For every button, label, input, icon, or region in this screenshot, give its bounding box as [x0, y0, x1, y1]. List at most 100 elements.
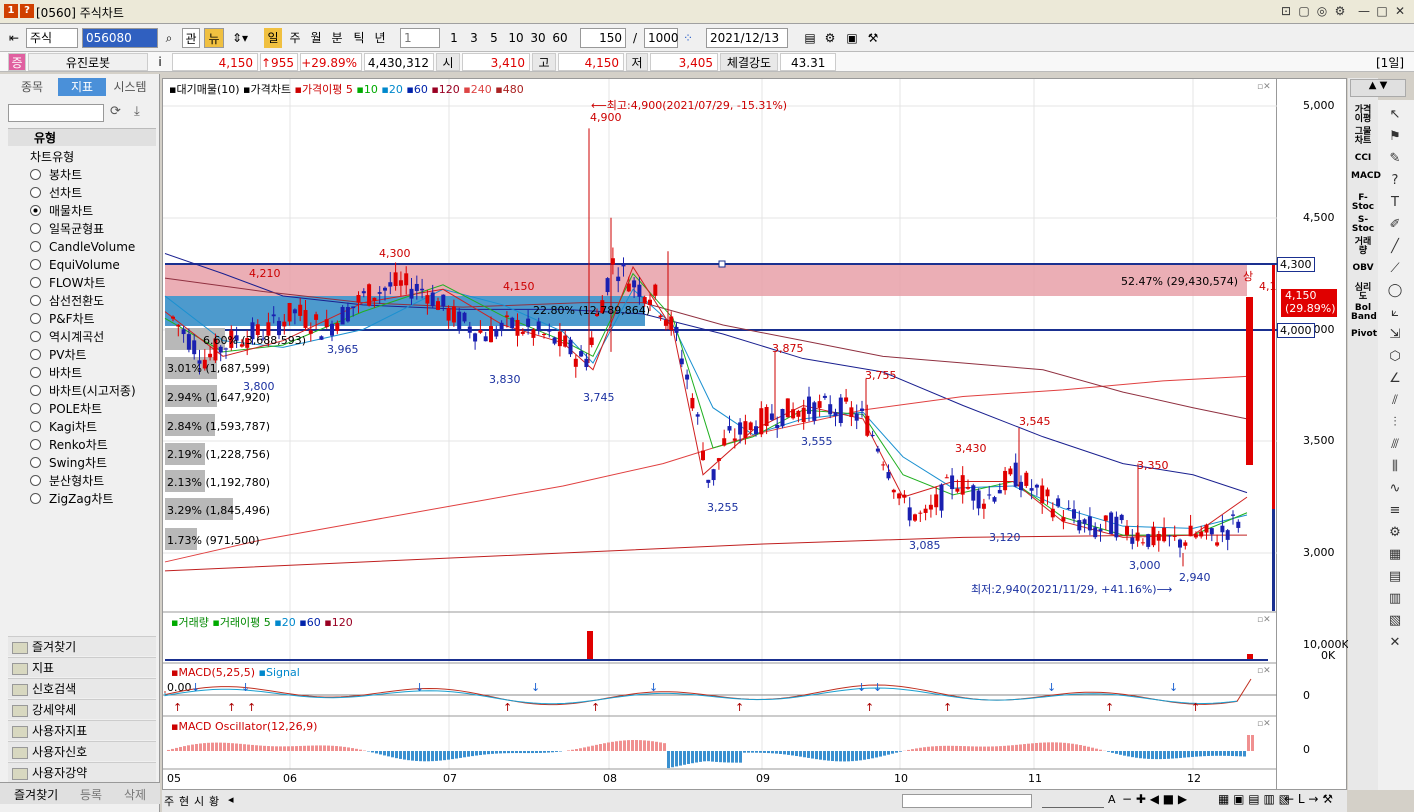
- candle-body[interactable]: [547, 329, 552, 332]
- radio-icon[interactable]: [30, 385, 41, 396]
- candle-body[interactable]: [1087, 516, 1092, 531]
- candle-body[interactable]: [812, 402, 817, 421]
- bottom-tab-3[interactable]: 황: [209, 793, 219, 809]
- indicator-shortcut[interactable]: 거래량: [1351, 238, 1375, 256]
- search-icon[interactable]: ⌕: [160, 28, 178, 48]
- radio-icon[interactable]: [30, 241, 41, 252]
- candle-body[interactable]: [605, 278, 610, 293]
- candle-body[interactable]: [1130, 537, 1135, 544]
- candle-body[interactable]: [584, 358, 589, 368]
- radio-icon[interactable]: [30, 187, 41, 198]
- candle-body[interactable]: [685, 374, 690, 380]
- candle-body[interactable]: [340, 306, 345, 325]
- candle-body[interactable]: [828, 404, 833, 415]
- bottom-tab-register[interactable]: 등록: [80, 786, 102, 803]
- candle-body[interactable]: [632, 280, 637, 288]
- chart-type-option[interactable]: 일목균형표: [30, 220, 104, 238]
- candle-body[interactable]: [372, 297, 377, 301]
- interval-10[interactable]: 10: [506, 28, 526, 48]
- bottom-tab-0[interactable]: 주: [164, 793, 174, 809]
- period-month[interactable]: 월: [307, 28, 325, 48]
- bottom-tab-favorites[interactable]: 즐겨찾기: [14, 786, 58, 803]
- window-number-button[interactable]: 1: [4, 4, 18, 18]
- candle-body[interactable]: [1056, 498, 1061, 507]
- candle-body[interactable]: [504, 315, 509, 318]
- candle-body[interactable]: [928, 504, 933, 510]
- bottom-tab-2[interactable]: 시: [194, 793, 204, 809]
- interval-1[interactable]: 1: [446, 28, 462, 48]
- radio-icon[interactable]: [30, 367, 41, 378]
- drawing-tool-icon[interactable]: ⚑: [1386, 128, 1404, 146]
- zoom-slider[interactable]: [1042, 794, 1104, 808]
- chart-type-option[interactable]: ZigZag차트: [30, 490, 113, 508]
- candle-body[interactable]: [918, 512, 923, 514]
- candle-body[interactable]: [870, 435, 875, 437]
- candle-body[interactable]: [934, 494, 939, 508]
- candle-body[interactable]: [499, 322, 504, 330]
- minimize-button[interactable]: —: [1356, 3, 1372, 19]
- candle-body[interactable]: [966, 487, 970, 489]
- candle-body[interactable]: [695, 414, 700, 417]
- candle-body[interactable]: [1140, 542, 1145, 544]
- candle-body[interactable]: [489, 326, 493, 343]
- candle-body[interactable]: [218, 346, 223, 353]
- candle-body[interactable]: [186, 334, 191, 350]
- candle-body[interactable]: [791, 409, 796, 419]
- candle-body[interactable]: [743, 421, 748, 438]
- candle-body[interactable]: [923, 508, 928, 513]
- candle-body[interactable]: [960, 475, 965, 495]
- drawing-tool-icon[interactable]: ▦: [1386, 546, 1404, 564]
- chart-type-option[interactable]: P&F차트: [30, 310, 95, 328]
- drawing-tool-icon[interactable]: ✕: [1386, 634, 1404, 652]
- count-input[interactable]: 150: [580, 28, 626, 48]
- candle-body[interactable]: [1162, 527, 1167, 542]
- bottom-tab-1[interactable]: 현: [179, 793, 189, 809]
- drawing-tool-icon[interactable]: ⟀: [1386, 304, 1404, 322]
- chart-type-option[interactable]: CandleVolume: [30, 238, 135, 256]
- candle-body[interactable]: [1146, 534, 1151, 547]
- drawing-tool-icon[interactable]: ▥: [1386, 590, 1404, 608]
- period-tick[interactable]: 틱: [350, 28, 368, 48]
- folder-item[interactable]: 사용자지표: [8, 720, 156, 740]
- scroll-icon[interactable]: ⁘: [680, 28, 696, 48]
- drawing-tool-icon[interactable]: ?: [1386, 172, 1404, 190]
- candle-body[interactable]: [1082, 519, 1087, 524]
- candle-body[interactable]: [361, 291, 366, 294]
- candle-body[interactable]: [377, 292, 382, 294]
- candle-body[interactable]: [473, 333, 478, 342]
- candle-body[interactable]: [1119, 514, 1124, 521]
- candle-body[interactable]: [1072, 509, 1076, 519]
- candle-body[interactable]: [817, 401, 822, 408]
- candle-body[interactable]: [701, 450, 705, 461]
- zoom-controls-icon[interactable]: − ✚ ◀ ■ ▶: [1122, 792, 1187, 806]
- candle-body[interactable]: [552, 337, 557, 344]
- candle-body[interactable]: [875, 448, 880, 452]
- candle-body[interactable]: [515, 319, 520, 336]
- candle-body[interactable]: [409, 288, 414, 299]
- candle-body[interactable]: [430, 292, 435, 307]
- candle-body[interactable]: [542, 334, 546, 336]
- candle-body[interactable]: [907, 507, 912, 521]
- period-week[interactable]: 주: [286, 28, 304, 48]
- candle-body[interactable]: [181, 329, 186, 335]
- candle-body[interactable]: [308, 330, 313, 334]
- chart-type-option[interactable]: PV차트: [30, 346, 87, 364]
- radio-icon[interactable]: [30, 313, 41, 324]
- folder-item[interactable]: 지표: [8, 657, 156, 677]
- candle-body[interactable]: [1013, 462, 1018, 487]
- candle-body[interactable]: [494, 329, 499, 337]
- stock-name[interactable]: 유진로봇: [28, 53, 148, 71]
- candle-body[interactable]: [844, 397, 849, 402]
- market-select[interactable]: 주식: [26, 28, 78, 48]
- candle-body[interactable]: [414, 283, 419, 291]
- candle-body[interactable]: [944, 477, 949, 479]
- candle-body[interactable]: [425, 295, 430, 304]
- candle-body[interactable]: [1156, 533, 1161, 541]
- indicator-shortcut[interactable]: F-Stoc: [1351, 194, 1375, 212]
- info-icon[interactable]: i: [152, 53, 168, 71]
- line-handle[interactable]: [718, 260, 726, 268]
- candle-body[interactable]: [330, 323, 334, 336]
- candle-body[interactable]: [314, 314, 319, 320]
- tab-indicators[interactable]: 지표: [58, 78, 106, 96]
- folder-item[interactable]: 즐겨찾기: [8, 636, 156, 656]
